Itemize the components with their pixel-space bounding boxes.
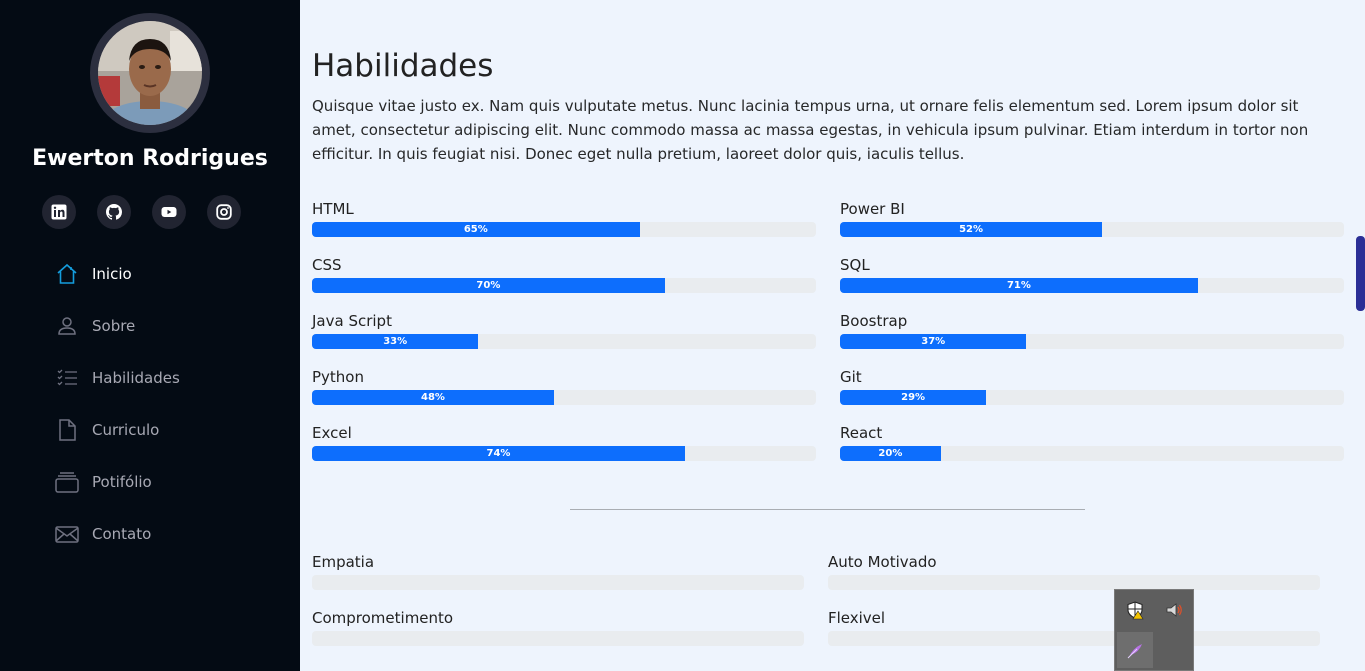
skill-progress-bar: 71% (840, 278, 1344, 293)
nav-item-contato[interactable]: Contato (0, 508, 300, 560)
nav-item-curriculo[interactable]: Curriculo (0, 404, 300, 456)
skill-name: Power BI (840, 200, 905, 218)
page-scrollbar[interactable] (1355, 0, 1365, 671)
skill-name: Excel (312, 424, 352, 442)
file-icon (54, 418, 79, 443)
collection-icon (54, 470, 79, 495)
skill-item: Excel 74% (312, 423, 816, 461)
linkedin-link[interactable] (42, 195, 76, 229)
soft-skill-name: Auto Motivado (828, 553, 937, 571)
skill-item: React 20% (840, 423, 1344, 461)
nav-item-label: Inicio (92, 265, 132, 283)
soft-skill-progress-bar (828, 575, 1320, 590)
skill-progress-bar: 74% (312, 446, 816, 461)
skill-progress-fill: 52% (840, 222, 1103, 237)
skill-progress-bar: 33% (312, 334, 816, 349)
github-icon (106, 204, 122, 220)
feather-icon[interactable] (1117, 632, 1153, 668)
avatar-photo (98, 21, 202, 125)
skill-progress-bar: 29% (840, 390, 1344, 405)
linkedin-icon (51, 204, 67, 220)
envelope-icon (54, 522, 79, 547)
social-links (42, 195, 241, 229)
skill-progress-fill: 33% (312, 334, 479, 349)
sidebar-nav: Inicio Sobre Habilidades Curriculo Potif… (0, 248, 300, 560)
skill-name: Git (840, 368, 862, 386)
soft-skill-progress-bar (828, 631, 1320, 646)
soft-skill-name: Empatia (312, 553, 375, 571)
skill-progress-bar: 48% (312, 390, 816, 405)
skill-progress-fill: 29% (840, 390, 987, 405)
skill-name: HTML (312, 200, 354, 218)
skill-name: SQL (840, 256, 870, 274)
youtube-link[interactable] (152, 195, 186, 229)
skill-item: Power BI 52% (840, 199, 1344, 237)
nav-item-label: Curriculo (92, 421, 160, 439)
shield-warning-icon[interactable] (1117, 592, 1153, 628)
profile-name: Ewerton Rodrigues (32, 146, 268, 171)
soft-skill-progress-bar (312, 631, 804, 646)
speaker-icon[interactable] (1156, 592, 1192, 628)
soft-skill-item: Flexivel (828, 608, 1320, 646)
skill-name: Java Script (312, 312, 392, 330)
skill-progress-fill: 48% (312, 390, 554, 405)
nav-item-label: Habilidades (92, 369, 180, 387)
person-icon (54, 314, 79, 339)
instagram-icon (216, 204, 232, 220)
section-divider (570, 509, 1085, 510)
section-description: Quisque vitae justo ex. Nam quis vulputa… (312, 97, 1309, 163)
skill-progress-bar: 65% (312, 222, 816, 237)
skill-progress-bar: 52% (840, 222, 1344, 237)
scrollbar-thumb[interactable] (1356, 236, 1365, 311)
skill-item: SQL 71% (840, 255, 1344, 293)
skill-progress-fill: 74% (312, 446, 685, 461)
nav-item-label: Sobre (92, 317, 136, 335)
sidebar: Ewerton Rodrigues Inicio Sobre Habilidad… (0, 0, 300, 671)
skill-name: React (840, 424, 883, 442)
home-icon (54, 262, 79, 287)
skill-item: HTML 65% (312, 199, 816, 237)
skill-item: CSS 70% (312, 255, 816, 293)
nav-item-portfolio[interactable]: Potifólio (0, 456, 300, 508)
skill-item: Git 29% (840, 367, 1344, 405)
skill-item: Java Script 33% (312, 311, 816, 349)
skill-item: Python 48% (312, 367, 816, 405)
skill-progress-fill: 65% (312, 222, 640, 237)
skill-progress-bar: 37% (840, 334, 1344, 349)
soft-skill-progress-bar (312, 575, 804, 590)
nav-item-label: Potifólio (92, 473, 152, 491)
list-icon (54, 366, 79, 391)
skill-progress-fill: 71% (840, 278, 1198, 293)
skill-progress-fill: 20% (840, 446, 941, 461)
soft-skill-item: Empatia (312, 552, 804, 590)
soft-skill-item: Comprometimento (312, 608, 804, 646)
skill-item: Boostrap 37% (840, 311, 1344, 349)
skill-name: Boostrap (840, 312, 908, 330)
soft-skill-item: Auto Motivado (828, 552, 1320, 590)
soft-skill-name: Flexivel (828, 609, 886, 627)
skill-name: Python (312, 368, 364, 386)
skill-progress-bar: 70% (312, 278, 816, 293)
instagram-link[interactable] (207, 195, 241, 229)
skill-progress-bar: 20% (840, 446, 1344, 461)
skill-name: CSS (312, 256, 342, 274)
nav-item-label: Contato (92, 525, 152, 543)
nav-item-habilidades[interactable]: Habilidades (0, 352, 300, 404)
section-title: Habilidades (312, 48, 494, 84)
avatar (90, 13, 210, 133)
github-link[interactable] (97, 195, 131, 229)
skill-progress-fill: 37% (840, 334, 1027, 349)
skill-progress-fill: 70% (312, 278, 665, 293)
soft-skill-name: Comprometimento (312, 609, 454, 627)
system-tray-popup (1114, 589, 1194, 671)
youtube-icon (161, 207, 177, 217)
nav-item-inicio[interactable]: Inicio (0, 248, 300, 300)
nav-item-sobre[interactable]: Sobre (0, 300, 300, 352)
